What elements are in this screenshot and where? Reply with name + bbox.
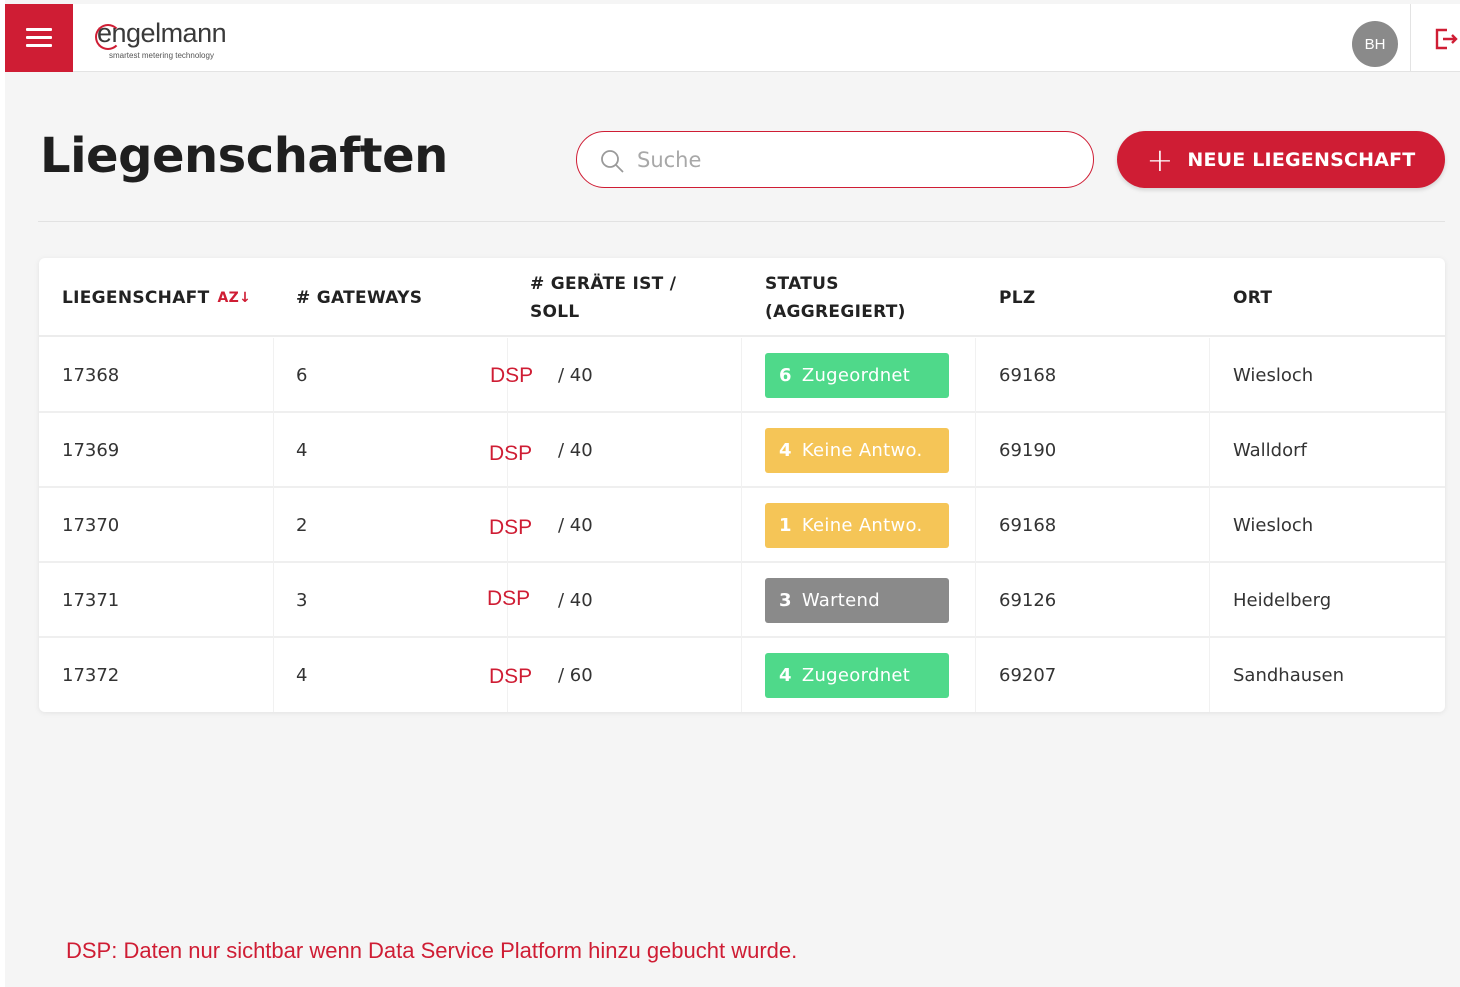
cell-geraete-soll: / 60	[558, 665, 593, 686]
col-header-geraete[interactable]: # GERÄTE IST / SOLL	[530, 258, 676, 337]
status-count: 1	[779, 515, 792, 536]
logout-icon	[1435, 28, 1458, 50]
status-label: Zugeordnet	[801, 665, 911, 686]
table-row[interactable]: 17370 2 DSP / 40 1 Keine Antwo. 69168 Wi…	[39, 488, 1445, 563]
new-property-button[interactable]: + NEUE LIEGENSCHAFT	[1117, 131, 1445, 188]
col-header-geraete-line1: # GERÄTE IST /	[530, 273, 677, 294]
header-divider	[38, 221, 1445, 222]
cell-liegenschaft: 17368	[62, 365, 120, 386]
status-badge: 6 Zugeordnet	[765, 353, 949, 398]
status-count: 4	[779, 440, 792, 461]
properties-table: LIEGENSCHAFT AZ↓ # GATEWAYS # GERÄTE IST…	[39, 258, 1445, 712]
cell-plz: 69190	[999, 440, 1057, 461]
table-row[interactable]: 17372 4 DSP / 60 4 Zugeordnet 69207 Sand…	[39, 638, 1445, 712]
logo-tagline: smartest metering technology	[109, 51, 214, 60]
status-badge: 3 Wartend	[765, 578, 949, 623]
cell-ort: Walldorf	[1233, 440, 1307, 461]
left-edge	[0, 0, 5, 987]
table-row[interactable]: 17371 3 DSP / 40 3 Wartend 69126 Heidelb…	[39, 563, 1445, 638]
cell-geraete-soll: / 40	[558, 590, 593, 611]
table-row[interactable]: 17369 4 DSP / 40 4 Keine Antwo. 69190 Wa…	[39, 413, 1445, 488]
logo-text: engelmann	[97, 18, 227, 48]
cell-geraete-soll: / 40	[558, 440, 593, 461]
status-badge: 4 Keine Antwo.	[765, 428, 949, 473]
col-header-status-line1: STATUS	[765, 273, 839, 294]
cell-gateways: 4	[296, 440, 308, 461]
cell-liegenschaft: 17369	[62, 440, 120, 461]
new-property-label: NEUE LIEGENSCHAFT	[1187, 148, 1416, 171]
plus-icon: +	[1146, 140, 1174, 179]
cell-gateways: 3	[296, 590, 308, 611]
cell-geraete-ist: DSP	[489, 441, 533, 465]
top-bar: engelmann smartest metering technology B…	[5, 4, 1460, 72]
cell-liegenschaft: 17371	[62, 590, 120, 611]
col-header-status-line2: (AGGREGIERT)	[765, 301, 906, 322]
table-row[interactable]: 17368 6 DSP / 40 6 Zugeordnet 69168 Wies…	[39, 338, 1445, 413]
cell-gateways: 6	[296, 365, 308, 386]
col-header-ort[interactable]: ORT	[1233, 258, 1272, 337]
search-box[interactable]	[576, 131, 1094, 188]
status-count: 6	[779, 365, 792, 386]
col-header-liegenschaft[interactable]: LIEGENSCHAFT AZ↓	[62, 258, 251, 337]
cell-liegenschaft: 17370	[62, 515, 120, 536]
cell-ort: Heidelberg	[1233, 590, 1332, 611]
page-title: Liegenschaften	[40, 128, 448, 184]
col-header-geraete-line2: SOLL	[530, 301, 580, 322]
status-count: 3	[779, 590, 792, 611]
status-label: Keine Antwo.	[801, 515, 923, 536]
cell-gateways: 2	[296, 515, 308, 536]
status-label: Keine Antwo.	[801, 440, 923, 461]
status-label: Zugeordnet	[801, 365, 911, 386]
col-header-liegenschaft-label: LIEGENSCHAFT	[62, 287, 210, 308]
engelmann-logo[interactable]: engelmann smartest metering technology	[95, 18, 287, 62]
search-input[interactable]	[637, 140, 1067, 180]
cell-gateways: 4	[296, 665, 308, 686]
status-badge: 4 Zugeordnet	[765, 653, 949, 698]
dsp-footnote: DSP: Daten nur sichtbar wenn Data Servic…	[66, 938, 798, 963]
table-header: LIEGENSCHAFT AZ↓ # GATEWAYS # GERÄTE IST…	[39, 258, 1445, 337]
cell-plz: 69207	[999, 665, 1057, 686]
cell-plz: 69126	[999, 590, 1057, 611]
status-count: 4	[779, 665, 792, 686]
hamburger-menu-button[interactable]	[5, 4, 73, 72]
sort-az-icon[interactable]: AZ↓	[217, 284, 251, 312]
cell-geraete-ist: DSP	[487, 586, 531, 610]
logout-button[interactable]	[1430, 24, 1460, 54]
cell-plz: 69168	[999, 365, 1057, 386]
user-avatar[interactable]: BH	[1352, 21, 1398, 67]
cell-geraete-ist: DSP	[489, 515, 533, 539]
col-header-status[interactable]: STATUS (AGGREGIERT)	[765, 258, 906, 337]
search-icon	[601, 150, 624, 173]
status-label: Wartend	[801, 590, 880, 611]
cell-geraete-ist: DSP	[489, 664, 533, 688]
cell-ort: Wiesloch	[1233, 515, 1314, 536]
cell-ort: Wiesloch	[1233, 365, 1314, 386]
cell-geraete-soll: / 40	[558, 515, 593, 536]
status-badge: 1 Keine Antwo.	[765, 503, 949, 548]
topbar-divider	[1410, 4, 1411, 72]
col-header-plz[interactable]: PLZ	[999, 258, 1036, 337]
hamburger-icon	[26, 28, 52, 48]
cell-ort: Sandhausen	[1233, 665, 1344, 686]
cell-liegenschaft: 17372	[62, 665, 120, 686]
cell-plz: 69168	[999, 515, 1057, 536]
cell-geraete-soll: / 40	[558, 365, 593, 386]
cell-geraete-ist: DSP	[490, 363, 534, 387]
col-header-gateways[interactable]: # GATEWAYS	[296, 258, 422, 337]
